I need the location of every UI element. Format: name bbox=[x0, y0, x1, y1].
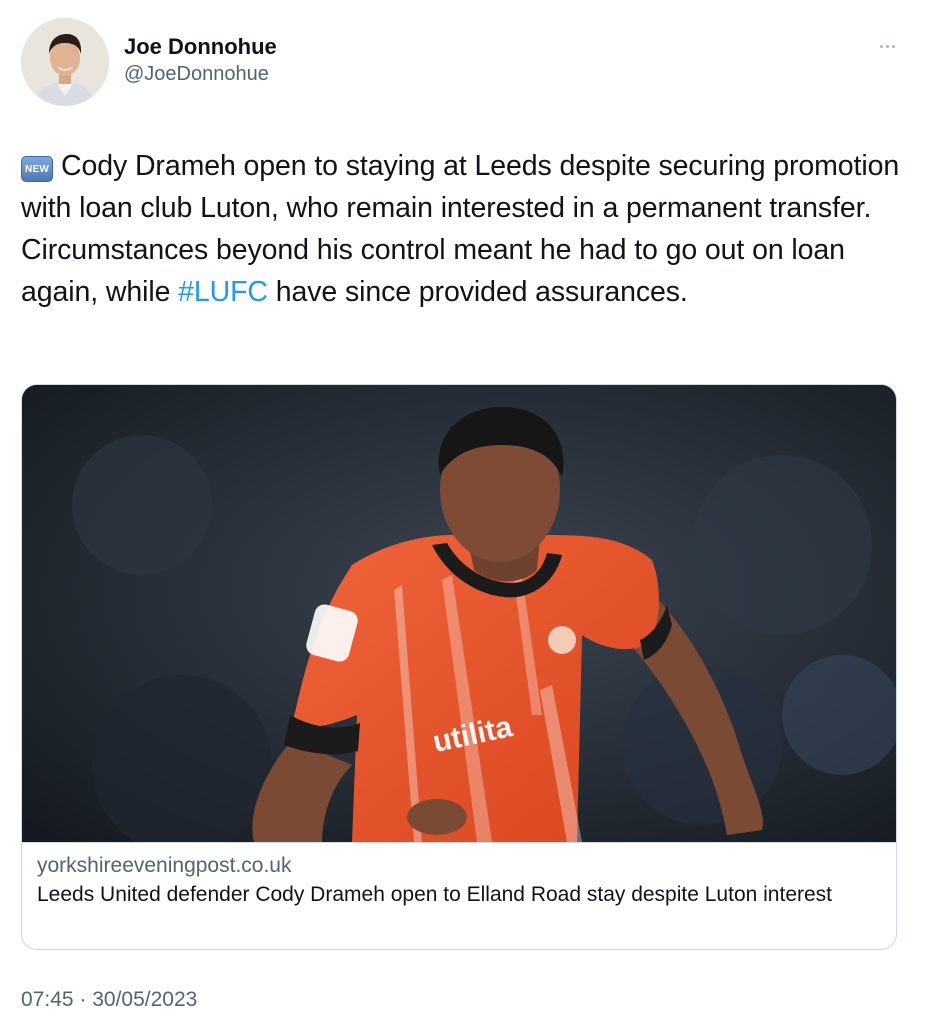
link-preview-info: yorkshireeveningpost.co.uk Leeds United … bbox=[22, 842, 896, 949]
link-preview-card[interactable]: utilita yorkshireeveningpost.co.uk Leeds… bbox=[21, 384, 897, 950]
more-options-button[interactable] bbox=[872, 36, 902, 56]
tweet-text-part-2: have since provided assurances. bbox=[267, 276, 688, 308]
more-horizontal-icon bbox=[879, 44, 895, 48]
footballer-photo-icon: utilita bbox=[22, 385, 896, 842]
hashtag-link[interactable]: #LUFC bbox=[178, 276, 268, 308]
profile-photo-icon bbox=[21, 18, 109, 106]
tweet: Joe Donnohue @JoeDonnohue NEW Cody Drameh… bbox=[0, 0, 940, 1024]
author-avatar[interactable] bbox=[21, 18, 109, 106]
tweet-timestamp[interactable]: 07:45 · 30/05/2023 bbox=[21, 986, 197, 1014]
new-badge-icon: NEW bbox=[21, 156, 53, 182]
author-handle[interactable]: @JoeDonnohue bbox=[124, 61, 277, 87]
tweet-text: NEW Cody Drameh open to staying at Leeds … bbox=[21, 145, 911, 313]
author-block: Joe Donnohue @JoeDonnohue bbox=[124, 33, 277, 87]
link-preview-domain: yorkshireeveningpost.co.uk bbox=[37, 854, 292, 877]
author-display-name[interactable]: Joe Donnohue bbox=[124, 33, 277, 61]
link-preview-image: utilita bbox=[22, 385, 896, 842]
link-preview-title: Leeds United defender Cody Drameh open t… bbox=[37, 883, 833, 906]
